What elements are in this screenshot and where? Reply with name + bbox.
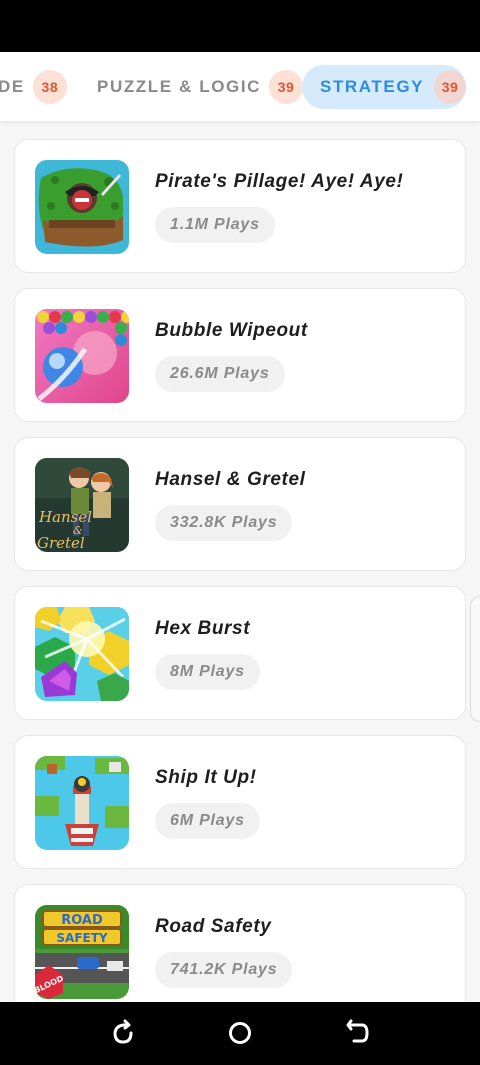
game-card[interactable]: Hex Burst 8M Plays [14,586,466,720]
hansel-gretel-game-icon[interactable]: Hansel & Gretel [35,458,129,552]
game-card[interactable]: Bubble Wipeout 26.6M Plays [14,288,466,422]
pirate-game-icon[interactable] [35,160,129,254]
game-title: Hex Burst [155,618,251,639]
plays-count: 6M Plays [155,803,260,839]
tab-strategy[interactable]: STRATEGY 39 [302,65,466,109]
game-card[interactable]: Hansel & Gretel Hansel & Gretel 332.8K P… [14,437,466,571]
plays-count: 26.6M Plays [155,356,285,392]
tab-puzzle-logic[interactable]: PUZZLE & LOGIC 39 [97,65,304,109]
tab-arcade[interactable]: DE 38 [0,65,67,109]
hex-burst-game-icon[interactable] [35,607,129,701]
game-list[interactable]: Pirate's Pillage! Aye! Aye! 1.1M Plays B… [0,122,480,1002]
plays-count: 1.1M Plays [155,207,275,243]
tab-count-badge: 38 [32,70,67,104]
svg-text:ROAD: ROAD [61,913,103,928]
status-bar [0,0,480,52]
game-title: Road Safety [155,916,272,937]
tab-label: PUZZLE & LOGIC [97,77,262,96]
tab-label: DE [0,77,25,96]
ship-game-icon[interactable] [35,756,129,850]
game-title: Pirate's Pillage! Aye! Aye! [155,171,404,192]
game-card[interactable]: ROAD SAFETY BLOOD Road Safety 741.2K Pla… [14,884,466,1002]
scroll-handle[interactable] [470,596,480,722]
svg-text:Gretel: Gretel [37,534,85,552]
plays-count: 741.2K Plays [155,952,293,988]
svg-text:Hansel: Hansel [38,508,92,526]
plays-count: 8M Plays [155,654,260,690]
game-title: Bubble Wipeout [155,320,308,341]
system-nav-bar [0,1002,480,1065]
svg-text:SAFETY: SAFETY [56,931,108,945]
tab-count-badge: 39 [269,70,304,104]
game-title: Ship It Up! [155,767,257,788]
game-title: Hansel & Gretel [155,469,306,490]
tab-label: STRATEGY [320,77,425,96]
tab-count-badge: 39 [434,70,466,104]
game-card[interactable]: Ship It Up! 6M Plays [14,735,466,869]
home-icon[interactable] [223,1016,257,1050]
bubble-game-icon[interactable] [35,309,129,403]
category-tabs: DE 38 PUZZLE & LOGIC 39 STRATEGY 39 [0,52,480,122]
road-safety-game-icon[interactable]: ROAD SAFETY BLOOD [35,905,129,999]
back-icon[interactable] [340,1016,374,1050]
plays-count: 332.8K Plays [155,505,293,541]
game-card[interactable]: Pirate's Pillage! Aye! Aye! 1.1M Plays [14,139,466,273]
recent-apps-icon[interactable] [106,1016,140,1050]
